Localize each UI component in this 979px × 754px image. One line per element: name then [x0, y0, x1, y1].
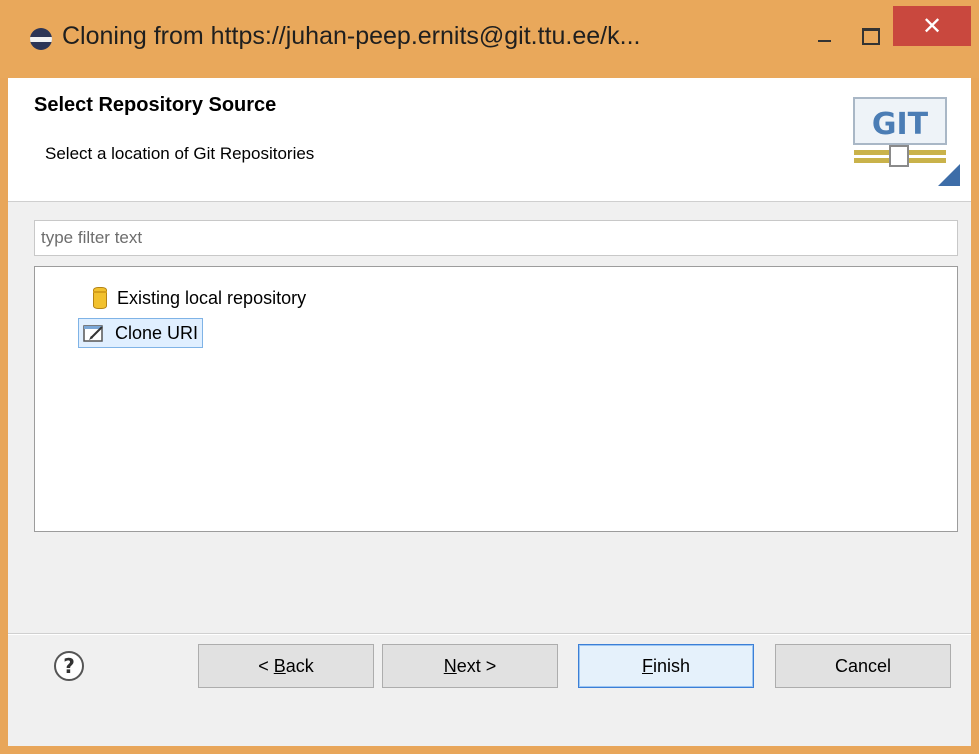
database-icon	[93, 287, 107, 309]
tree-item-clone-uri[interactable]: Clone URI	[78, 318, 204, 348]
next-button-label: ext >	[456, 656, 497, 676]
wizard-header: Select Repository Source Select a locati…	[8, 78, 971, 202]
help-icon[interactable]: ?	[54, 651, 84, 681]
eclipse-icon	[30, 28, 52, 50]
dialog-content: Select Repository Source Select a locati…	[8, 78, 971, 746]
finish-button-label: inish	[652, 656, 691, 676]
page-title: Select Repository Source	[34, 94, 277, 116]
next-button-mnemonic: N	[443, 656, 457, 676]
tree-item-label: Existing local repository	[117, 287, 307, 308]
tree-item-existing-local[interactable]: Existing local repository	[93, 283, 306, 313]
maximize-button[interactable]	[852, 22, 888, 52]
footer-separator-highlight	[8, 634, 971, 635]
tree-item-label: Clone URI	[115, 322, 199, 343]
back-button-mnemonic: B	[273, 656, 286, 676]
close-button[interactable]: ✕	[893, 6, 971, 46]
window-title: Cloning from https://juhan-peep.ernits@g…	[62, 22, 641, 50]
title-bar[interactable]: Cloning from https://juhan-peep.ernits@g…	[0, 0, 979, 78]
next-button[interactable]: Next >	[382, 644, 558, 688]
repository-source-tree[interactable]: Existing local repository Clone URI	[34, 266, 958, 532]
page-subtitle: Select a location of Git Repositories	[45, 144, 315, 163]
cancel-button[interactable]: Cancel	[775, 644, 951, 688]
back-button-prefix: <	[258, 656, 274, 676]
finish-button[interactable]: Finish	[578, 644, 754, 688]
dialog-window: Cloning from https://juhan-peep.ernits@g…	[0, 0, 979, 754]
git-logo-icon: GIT	[853, 97, 960, 186]
clone-uri-icon	[83, 325, 103, 342]
git-logo-text: GIT	[872, 107, 929, 142]
minimize-button[interactable]	[808, 22, 844, 52]
back-button-label: ack	[285, 656, 314, 676]
back-button[interactable]: < Back	[198, 644, 374, 688]
finish-button-mnemonic: F	[641, 656, 653, 676]
filter-input[interactable]: type filter text	[34, 220, 958, 256]
